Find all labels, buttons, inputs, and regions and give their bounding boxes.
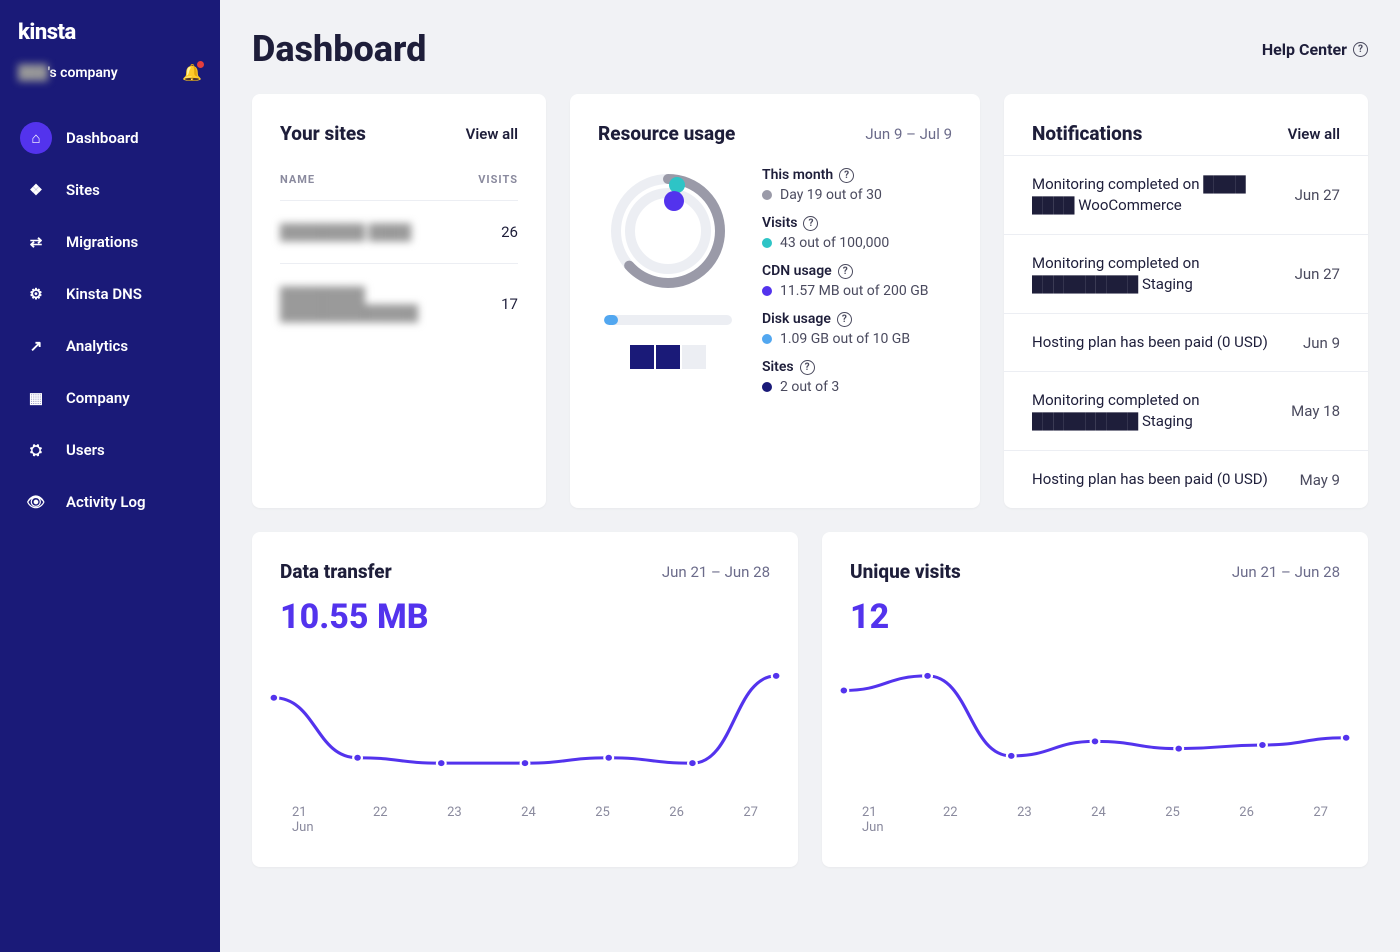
your-sites-card: Your sites View all NAME VISITS ████████…: [252, 94, 546, 508]
notification-text: Hosting plan has been paid (0 USD): [1032, 332, 1287, 353]
brand-logo: kinsta: [0, 20, 220, 63]
metric-sites: Sites?2 out of 3: [762, 359, 952, 395]
kinsta dns-icon: ⚙: [20, 278, 52, 310]
page-title: Dashboard: [252, 28, 426, 70]
table-row[interactable]: ████████ ████ 26: [280, 200, 518, 263]
usage-donut-chart: [604, 167, 732, 295]
sidebar-item-activity-log[interactable]: 👁 Activity Log: [10, 476, 210, 528]
sites-icon: ❖: [20, 174, 52, 206]
sidebar-item-company[interactable]: ▦ Company: [10, 372, 210, 424]
sidebar-item-label: Analytics: [66, 337, 128, 355]
metric-cdn-usage: CDN usage?11.57 MB out of 200 GB: [762, 263, 952, 299]
visits-line-chart: [822, 645, 1368, 795]
card-title: Unique visits: [850, 560, 961, 583]
notification-item[interactable]: Monitoring completed on ██████████ Stagi…: [1004, 234, 1368, 313]
disk-usage-bar: [604, 315, 732, 325]
question-icon[interactable]: ?: [838, 264, 853, 279]
sidebar-item-label: Sites: [66, 181, 100, 199]
sidebar-item-analytics[interactable]: ↗ Analytics: [10, 320, 210, 372]
date-range: Jun 21 – Jun 28: [1232, 563, 1340, 581]
notification-bell-icon[interactable]: 🔔: [182, 63, 202, 82]
company-name[interactable]: ███'s company: [18, 64, 118, 81]
data-transfer-card: Data transfer Jun 21 – Jun 28 10.55 MB 2…: [252, 532, 798, 867]
site-visits: 26: [501, 223, 518, 241]
site-name: ████████ ████: [280, 223, 411, 241]
sidebar: kinsta ███'s company 🔔 ⌂ Dashboard ❖ Sites ⇄…: [0, 0, 220, 952]
date-range: Jun 21 – Jun 28: [662, 563, 770, 581]
question-icon[interactable]: ?: [800, 360, 815, 375]
sidebar-item-label: Users: [66, 441, 105, 459]
metric-this-month: This month?Day 19 out of 30: [762, 167, 952, 203]
users-icon: ⛭: [20, 434, 52, 466]
notification-date: Jun 27: [1295, 265, 1340, 283]
col-name: NAME: [280, 173, 315, 186]
company-icon: ▦: [20, 382, 52, 414]
sidebar-item-sites[interactable]: ❖ Sites: [10, 164, 210, 216]
notification-date: May 9: [1300, 471, 1340, 489]
site-visits: 17: [501, 295, 518, 313]
unique-visits-card: Unique visits Jun 21 – Jun 28 12 2122232…: [822, 532, 1368, 867]
metric-disk-usage: Disk usage?1.09 GB out of 10 GB: [762, 311, 952, 347]
question-icon: ?: [1353, 42, 1368, 57]
question-icon[interactable]: ?: [839, 168, 854, 183]
notification-text: Monitoring completed on ██████████ Stagi…: [1032, 390, 1275, 432]
sites-used-indicator: [630, 345, 706, 369]
view-all-sites[interactable]: View all: [466, 125, 518, 143]
main-nav: ⌂ Dashboard ❖ Sites ⇄ Migrations ⚙ Kinsta DNS ↗ A…: [0, 106, 220, 534]
notification-date: Jun 9: [1303, 334, 1340, 352]
notification-text: Hosting plan has been paid (0 USD): [1032, 469, 1284, 490]
notification-item[interactable]: Hosting plan has been paid (0 USD) May 9: [1004, 450, 1368, 508]
card-title: Data transfer: [280, 560, 392, 583]
transfer-value: 10.55 MB: [280, 597, 770, 637]
analytics-icon: ↗: [20, 330, 52, 362]
notification-text: Monitoring completed on ████ ████ WooCom…: [1032, 174, 1279, 216]
date-range: Jun 9 – Jul 9: [865, 125, 952, 143]
question-icon[interactable]: ?: [837, 312, 852, 327]
metric-visits: Visits?43 out of 100,000: [762, 215, 952, 251]
sidebar-item-migrations[interactable]: ⇄ Migrations: [10, 216, 210, 268]
notification-item[interactable]: Hosting plan has been paid (0 USD) Jun 9: [1004, 313, 1368, 371]
migrations-icon: ⇄: [20, 226, 52, 258]
sidebar-item-kinsta-dns[interactable]: ⚙ Kinsta DNS: [10, 268, 210, 320]
col-visits: VISITS: [478, 173, 518, 186]
activity log-icon: 👁: [20, 486, 52, 518]
help-center-link[interactable]: Help Center?: [1262, 40, 1368, 59]
card-title: Notifications: [1032, 122, 1142, 145]
view-all-notifications[interactable]: View all: [1288, 125, 1340, 143]
transfer-line-chart: [252, 645, 798, 795]
sidebar-item-label: Kinsta DNS: [66, 285, 142, 303]
table-row[interactable]: ████████ █████████████17: [280, 263, 518, 344]
sidebar-item-label: Migrations: [66, 233, 138, 251]
notification-date: May 18: [1291, 402, 1340, 420]
sidebar-item-users[interactable]: ⛭ Users: [10, 424, 210, 476]
card-title: Resource usage: [598, 122, 735, 145]
question-icon[interactable]: ?: [803, 216, 818, 231]
sidebar-item-label: Dashboard: [66, 129, 139, 147]
notifications-card: Notifications View all Monitoring comple…: [1004, 94, 1368, 508]
resource-usage-card: Resource usage Jun 9 – Jul 9: [570, 94, 980, 508]
dashboard-icon: ⌂: [20, 122, 52, 154]
visits-value: 12: [850, 597, 1340, 637]
site-name: ████████ █████████████: [280, 286, 501, 322]
notification-date: Jun 27: [1295, 186, 1340, 204]
notification-text: Monitoring completed on ██████████ Stagi…: [1032, 253, 1279, 295]
notification-item[interactable]: Monitoring completed on ████ ████ WooCom…: [1004, 155, 1368, 234]
sidebar-item-dashboard[interactable]: ⌂ Dashboard: [10, 112, 210, 164]
notification-item[interactable]: Monitoring completed on ██████████ Stagi…: [1004, 371, 1368, 450]
sidebar-item-label: Company: [66, 389, 130, 407]
main-content: Dashboard Help Center? Your sites View a…: [220, 0, 1400, 952]
sidebar-item-label: Activity Log: [66, 493, 146, 511]
card-title: Your sites: [280, 122, 366, 145]
